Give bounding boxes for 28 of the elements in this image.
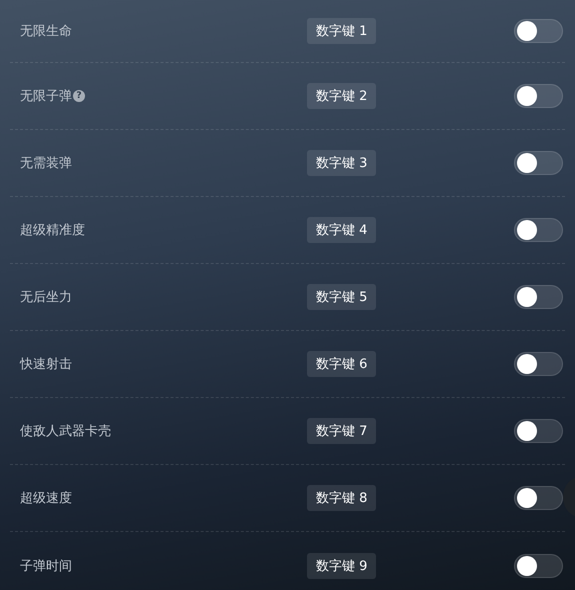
toggle-switch[interactable] <box>514 352 563 376</box>
cheat-label: 无需装弹 <box>20 155 72 172</box>
cheat-label: 无限子弹 <box>20 88 72 105</box>
hotkey-badge: 数字键 3 <box>307 150 376 176</box>
toggle-switch[interactable] <box>514 151 563 175</box>
hotkey-badge: 数字键 2 <box>307 83 376 109</box>
cheat-label: 快速射击 <box>20 356 72 373</box>
cheat-label: 无限生命 <box>20 23 72 40</box>
toggle-switch[interactable] <box>514 419 563 443</box>
cheat-label: 超级精准度 <box>20 222 85 239</box>
toggle-switch[interactable] <box>514 84 563 108</box>
toggle-switch[interactable] <box>514 554 563 578</box>
hotkey-badge: 数字键 7 <box>307 418 376 444</box>
cheat-label: 使敌人武器卡壳 <box>20 423 111 440</box>
toggle-switch[interactable] <box>514 19 563 43</box>
cheat-label: 超级速度 <box>20 490 72 507</box>
help-icon[interactable]: ? <box>73 90 85 102</box>
toggle-switch[interactable] <box>514 486 563 510</box>
hotkey-badge: 数字键 8 <box>307 485 376 511</box>
toggle-switch[interactable] <box>514 218 563 242</box>
cheat-label: 无后坐力 <box>20 289 72 306</box>
cheat-label: 子弹时间 <box>20 558 72 574</box>
toggle-switch[interactable] <box>514 285 563 309</box>
hotkey-badge: 数字键 6 <box>307 351 376 377</box>
hotkey-badge: 数字键 4 <box>307 217 376 243</box>
hotkey-badge: 数字键 5 <box>307 284 376 310</box>
hotkey-badge: 数字键 9 <box>307 552 376 578</box>
hotkey-badge: 数字键 1 <box>307 18 376 44</box>
